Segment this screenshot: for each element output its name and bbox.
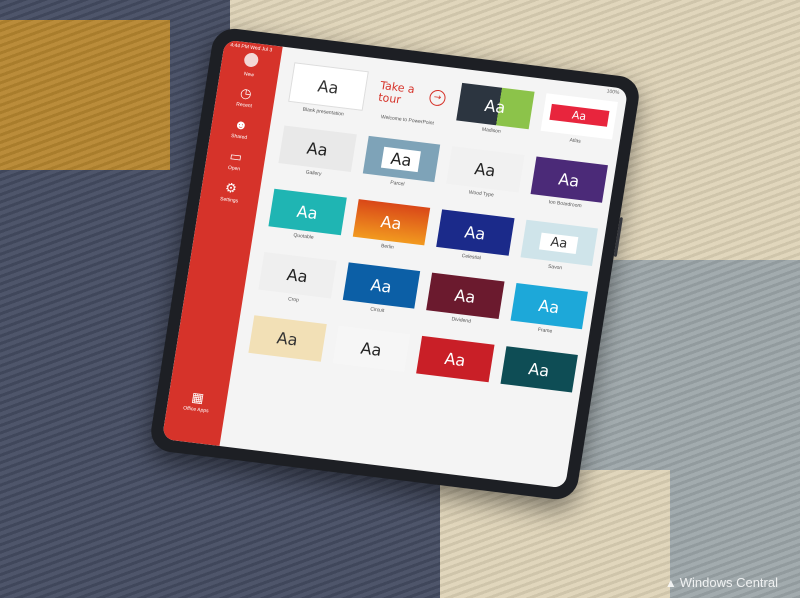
- template-thumbnail: Take a tour →: [372, 73, 454, 120]
- template-thumbnail: Aa: [332, 325, 411, 372]
- template-quotable[interactable]: Aa Quotable: [265, 188, 347, 255]
- template-parcel[interactable]: Aa Parcel: [359, 135, 441, 202]
- template-madison[interactable]: Aa Madison: [453, 82, 535, 149]
- template-thumbnail: Aa: [446, 146, 525, 193]
- ipad-bezel: 4:44 PM Wed Jul 3 100% New ◷ Recent ☻ Sh…: [148, 26, 642, 502]
- template-badge[interactable]: Aa: [413, 335, 495, 402]
- arrow-right-icon: →: [428, 89, 447, 107]
- template-take-a-tour[interactable]: Take a tour → Welcome to PowerPoint: [369, 73, 450, 139]
- sidebar-item-settings[interactable]: ⚙ Settings: [200, 178, 261, 207]
- template-thumbnail: Aa: [258, 251, 337, 299]
- template-thumbnail: Aa: [268, 188, 347, 236]
- sidebar-item-shared[interactable]: ☻ Shared: [210, 115, 271, 144]
- sidebar-item-office-apps[interactable]: ▦ Office Apps: [167, 388, 228, 417]
- template-thumbnail: Aa: [416, 335, 495, 383]
- template-mesh[interactable]: Aa: [497, 346, 578, 412]
- template-frame[interactable]: Aa Frame: [507, 282, 588, 349]
- template-celestial[interactable]: Aa Celestial: [433, 209, 515, 275]
- template-crop[interactable]: Aa Crop: [255, 251, 337, 318]
- template-thumbnail: Aa: [426, 272, 505, 319]
- sidebar-item-open[interactable]: ▭ Open: [205, 146, 266, 175]
- windows-central-logo-icon: ▲: [664, 576, 677, 590]
- thumb-text: Aa: [549, 103, 610, 127]
- template-berlin[interactable]: Aa Berlin: [349, 199, 431, 265]
- template-thumbnail: Aa: [342, 262, 421, 309]
- template-ion-boardroom[interactable]: Aa Ion Boardroom: [527, 156, 608, 222]
- template-wood-type[interactable]: Aa Wood Type: [443, 146, 525, 212]
- template-thumbnail: Aa: [520, 219, 598, 267]
- template-thumbnail: Aa: [456, 82, 535, 130]
- app-screen: 4:44 PM Wed Jul 3 100% New ◷ Recent ☻ Sh…: [161, 39, 629, 489]
- template-organic[interactable]: Aa: [245, 315, 327, 381]
- template-thumbnail: Aa: [288, 62, 369, 111]
- template-thumbnail: Aa: [510, 282, 588, 330]
- template-thumbnail: Aa: [436, 209, 515, 256]
- template-thumbnail: Aa: [278, 125, 357, 172]
- template-thumbnail: Aa: [530, 156, 608, 203]
- sidebar-item-recent[interactable]: ◷ Recent: [215, 83, 276, 112]
- template-thumbnail: Aa: [248, 315, 327, 362]
- tour-text: Take a tour: [377, 78, 416, 107]
- template-thumbnail: Aa: [352, 199, 431, 246]
- thumb-text: Aa: [381, 146, 422, 172]
- template-thumbnail: Aa: [362, 135, 441, 183]
- template-gallery: Aa Blank presentation Take a tour → Welc…: [219, 47, 628, 489]
- template-thumbnail: Aa: [540, 93, 618, 140]
- watermark: ▲ Windows Central: [665, 575, 778, 590]
- ipad-device: 4:44 PM Wed Jul 3 100% New ◷ Recent ☻ Sh…: [148, 26, 642, 502]
- template-vapor[interactable]: Aa: [329, 325, 411, 392]
- sidebar-item-new[interactable]: New: [220, 50, 281, 82]
- template-thumbnail: Aa: [499, 346, 578, 393]
- watermark-text: Windows Central: [679, 575, 778, 590]
- thumb-text: Aa: [539, 232, 579, 254]
- template-circuit[interactable]: Aa Circuit: [339, 262, 421, 328]
- template-savon[interactable]: Aa Savon: [517, 219, 598, 286]
- template-gallery-theme[interactable]: Aa Gallery: [275, 125, 357, 191]
- template-dividend[interactable]: Aa Dividend: [423, 272, 505, 339]
- template-atlas[interactable]: Aa Atlas: [537, 93, 618, 159]
- template-blank[interactable]: Aa Blank presentation: [285, 62, 369, 128]
